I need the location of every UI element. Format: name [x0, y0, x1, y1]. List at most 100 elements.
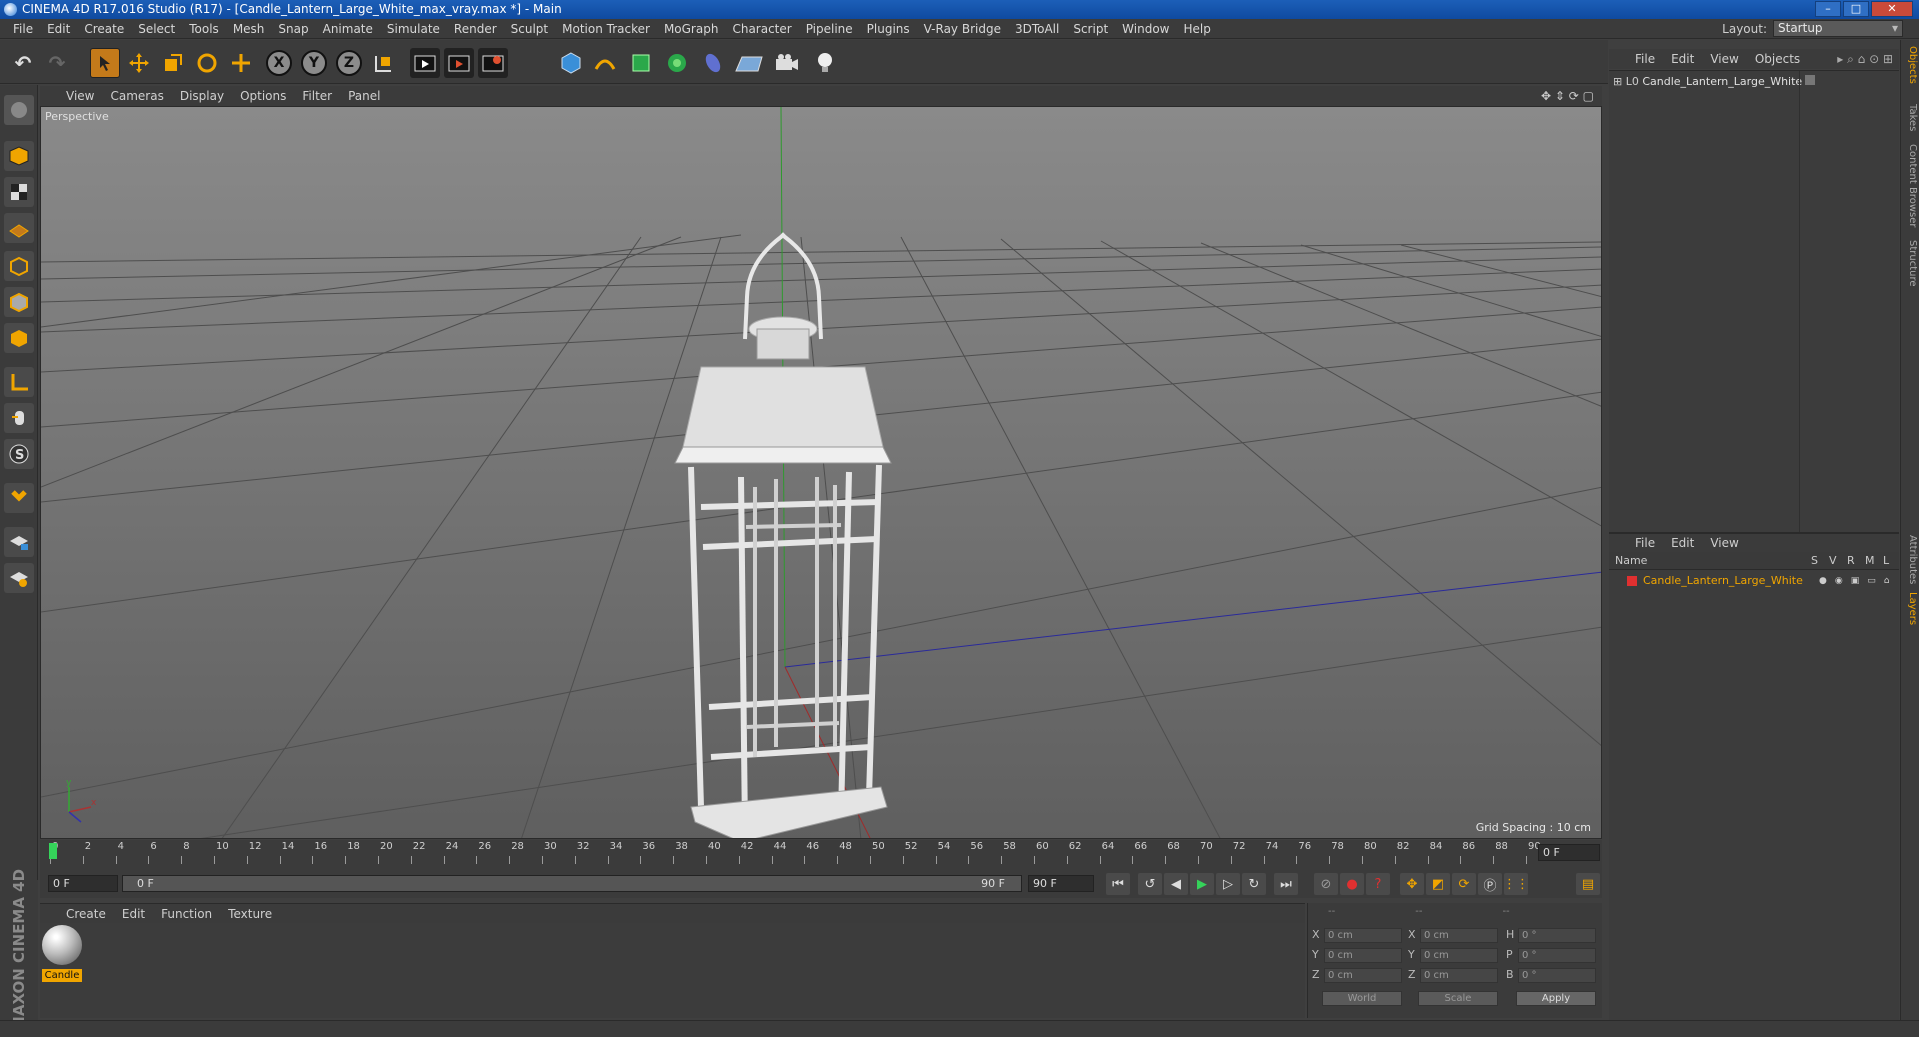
- tweak-mode-icon[interactable]: [4, 403, 34, 433]
- tab-layers[interactable]: Layers: [1902, 592, 1918, 625]
- autokey-icon[interactable]: ●: [1340, 873, 1364, 895]
- workplane-align-icon[interactable]: [4, 563, 34, 593]
- record-keys-icon[interactable]: ⊘: [1314, 873, 1338, 895]
- tab-objects[interactable]: Objects: [1902, 46, 1918, 84]
- move-icon[interactable]: [124, 48, 154, 78]
- menu-animate[interactable]: Animate: [316, 22, 380, 36]
- make-editable-icon[interactable]: [4, 95, 34, 125]
- menu-snap[interactable]: Snap: [271, 22, 315, 36]
- key-position-icon[interactable]: ✥: [1400, 873, 1424, 895]
- previous-key-icon[interactable]: ↺: [1138, 873, 1162, 895]
- keyframe-selection-icon[interactable]: ?: [1366, 873, 1390, 895]
- key-pla-icon[interactable]: ⋮⋮: [1503, 873, 1529, 895]
- menu-plugins[interactable]: Plugins: [860, 22, 917, 36]
- menu-create[interactable]: Create: [77, 22, 131, 36]
- close-button[interactable]: ✕: [1871, 1, 1913, 17]
- workplane-lock-icon[interactable]: [4, 527, 34, 557]
- material-preview-sphere[interactable]: [42, 925, 82, 965]
- layer-name-label[interactable]: Candle_Lantern_Large_White: [1643, 574, 1803, 587]
- layer-view-icon[interactable]: ◉: [1835, 576, 1843, 586]
- viewport-menu-filter[interactable]: Filter: [294, 89, 340, 103]
- z-axis-lock-icon[interactable]: Z: [336, 50, 362, 76]
- position-y-field[interactable]: 0 cm: [1324, 948, 1402, 963]
- next-frame-icon[interactable]: ▷: [1216, 873, 1240, 895]
- objects-menu-edit[interactable]: Edit: [1663, 52, 1702, 66]
- layer-list[interactable]: Candle_Lantern_Large_White ● ◉ ▣ ▭ ⌂: [1609, 570, 1899, 1025]
- menu-render[interactable]: Render: [447, 22, 504, 36]
- position-z-field[interactable]: 0 cm: [1324, 968, 1402, 983]
- layer-solo-icon[interactable]: ●: [1819, 576, 1827, 586]
- undo-icon[interactable]: ↶: [8, 48, 38, 78]
- layers-menu-file[interactable]: File: [1627, 536, 1663, 550]
- render-picture-viewer-icon[interactable]: [444, 48, 474, 78]
- timeline-ruler[interactable]: 0246810121416182022242628303234363840424…: [40, 840, 1602, 870]
- material-menu-texture[interactable]: Texture: [220, 907, 280, 921]
- live-selection-icon[interactable]: [90, 48, 120, 78]
- points-mode-icon[interactable]: [4, 251, 34, 281]
- objects-menu-file[interactable]: File: [1627, 52, 1663, 66]
- edges-mode-icon[interactable]: [4, 287, 34, 317]
- material-menu-function[interactable]: Function: [153, 907, 220, 921]
- maximize-button[interactable]: □: [1843, 1, 1869, 17]
- menu-file[interactable]: File: [6, 22, 40, 36]
- start-frame-field[interactable]: 0 F: [48, 875, 118, 892]
- menu-script[interactable]: Script: [1066, 22, 1115, 36]
- layer-color-swatch[interactable]: [1627, 575, 1637, 586]
- frame-range-slider[interactable]: 0 F 90 F: [122, 875, 1022, 892]
- current-frame-field[interactable]: 0 F: [1538, 844, 1600, 861]
- viewport-camera-label[interactable]: Perspective: [45, 110, 109, 123]
- material-menu-edit[interactable]: Edit: [114, 907, 153, 921]
- scale-icon[interactable]: [158, 48, 188, 78]
- apply-button[interactable]: Apply: [1516, 991, 1596, 1006]
- viewport-menu-cameras[interactable]: Cameras: [102, 89, 171, 103]
- layer-col-solo[interactable]: S: [1811, 554, 1818, 567]
- coordinate-system-icon[interactable]: [368, 48, 398, 78]
- next-key-icon[interactable]: ↻: [1242, 873, 1266, 895]
- layer-col-render[interactable]: R: [1847, 554, 1855, 567]
- rotate-icon[interactable]: [192, 48, 222, 78]
- menu-character[interactable]: Character: [725, 22, 798, 36]
- layer-toggles[interactable]: ● ◉ ▣ ▭ ⌂: [1819, 576, 1889, 586]
- menu-pipeline[interactable]: Pipeline: [799, 22, 860, 36]
- go-to-end-icon[interactable]: ⏭: [1274, 873, 1298, 895]
- size-y-field[interactable]: 0 cm: [1420, 948, 1498, 963]
- cube-primitive-icon[interactable]: [556, 48, 586, 78]
- layers-menu-edit[interactable]: Edit: [1663, 536, 1702, 550]
- key-scale-icon[interactable]: ◩: [1426, 873, 1450, 895]
- magnet-icon[interactable]: [4, 483, 34, 513]
- size-x-field[interactable]: 0 cm: [1420, 928, 1498, 943]
- menu-motion-tracker[interactable]: Motion Tracker: [555, 22, 657, 36]
- viewport-menu-panel[interactable]: Panel: [340, 89, 388, 103]
- menu-edit[interactable]: Edit: [40, 22, 77, 36]
- redo-icon[interactable]: ↷: [42, 48, 72, 78]
- menu-help[interactable]: Help: [1176, 22, 1217, 36]
- menu-tools[interactable]: Tools: [182, 22, 226, 36]
- viewport-nav-icons[interactable]: ✥ ⇕ ⟳ ▢: [1541, 89, 1594, 103]
- rotation-b-field[interactable]: 0 °: [1518, 968, 1596, 983]
- layer-col-locked[interactable]: L: [1883, 554, 1889, 567]
- deformer-icon[interactable]: [698, 48, 728, 78]
- layer-row[interactable]: Candle_Lantern_Large_White: [1613, 574, 1803, 587]
- object-tree[interactable]: ⊞ L0 Candle_Lantern_Large_White: [1609, 70, 1899, 533]
- tab-attributes[interactable]: Attributes: [1902, 535, 1918, 584]
- menu-mograph[interactable]: MoGraph: [657, 22, 726, 36]
- rotation-p-field[interactable]: 0 °: [1518, 948, 1596, 963]
- end-frame-field[interactable]: 90 F: [1028, 875, 1094, 892]
- objects-menu-objects[interactable]: Objects: [1747, 52, 1808, 66]
- objects-menu-view[interactable]: View: [1702, 52, 1746, 66]
- tab-structure[interactable]: Structure: [1902, 240, 1918, 287]
- snap-icon[interactable]: S: [4, 439, 34, 469]
- object-name-label[interactable]: Candle_Lantern_Large_White: [1642, 75, 1802, 88]
- axis-mode-icon[interactable]: [4, 367, 34, 397]
- object-row[interactable]: ⊞ L0 Candle_Lantern_Large_White: [1613, 75, 1802, 88]
- camera-icon[interactable]: [772, 48, 802, 78]
- timeline-window-icon[interactable]: ▤: [1576, 873, 1600, 895]
- tab-takes[interactable]: Takes: [1902, 104, 1918, 131]
- layers-menu-view[interactable]: View: [1702, 536, 1746, 550]
- menu-select[interactable]: Select: [131, 22, 182, 36]
- y-axis-lock-icon[interactable]: Y: [301, 50, 327, 76]
- viewport-menu-view[interactable]: View: [58, 89, 102, 103]
- object-visibility-icon[interactable]: [1805, 75, 1815, 85]
- objects-search-icon[interactable]: ▸ ⌕ ⌂ ⊙ ⊞: [1837, 52, 1893, 67]
- menu-mesh[interactable]: Mesh: [226, 22, 272, 36]
